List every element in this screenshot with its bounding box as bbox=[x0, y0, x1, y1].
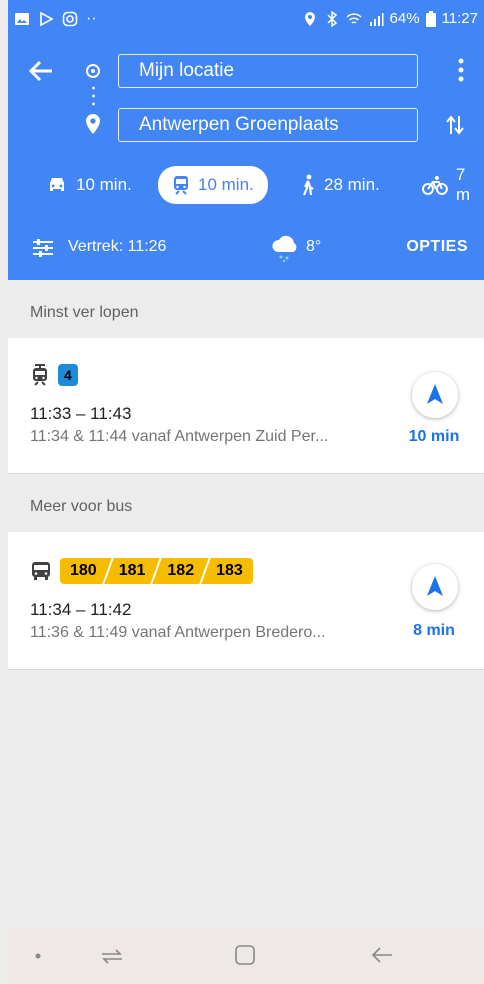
navigation-arrow-icon bbox=[427, 576, 443, 596]
bus-icon bbox=[32, 562, 50, 580]
bike-icon bbox=[422, 176, 448, 195]
route-result-bus[interactable]: 180 181 182 183 11:34 – 11:42 11:36 & 11… bbox=[8, 532, 484, 670]
options-bar: Vertrek: 11:26 8° OPTIES bbox=[8, 216, 484, 280]
bus-line-badges: 180 181 182 183 bbox=[60, 556, 253, 586]
travel-mode-tabs: 10 min. 10 min. 28 min. 7 m bbox=[8, 164, 484, 206]
destination-field[interactable]: Antwerpen Groenplaats bbox=[118, 108, 418, 142]
wifi-icon bbox=[346, 12, 362, 24]
line-separator bbox=[149, 556, 163, 586]
back-icon[interactable] bbox=[370, 945, 394, 965]
mode-car-label: 10 min. bbox=[76, 175, 132, 194]
gallery-icon bbox=[15, 13, 29, 25]
car-icon bbox=[50, 178, 64, 191]
more-notifications-icon: ·· bbox=[86, 10, 97, 27]
system-navigation-bar bbox=[8, 928, 484, 984]
walk-icon bbox=[302, 174, 314, 196]
line-badge-181: 181 bbox=[118, 562, 146, 579]
mode-walk[interactable]: 28 min. bbox=[300, 170, 380, 200]
line-badges: 4 bbox=[30, 364, 78, 386]
mode-bike[interactable]: 7 m bbox=[422, 165, 484, 204]
destination-pin-icon bbox=[86, 114, 100, 134]
back-arrow-icon[interactable] bbox=[26, 56, 56, 86]
more-options-icon[interactable] bbox=[458, 58, 464, 82]
line-badges: 180 181 182 183 bbox=[30, 556, 253, 586]
signal-icon bbox=[369, 12, 384, 26]
route-dots-icon bbox=[92, 84, 95, 108]
navigate-button[interactable] bbox=[412, 372, 458, 418]
options-button[interactable]: OPTIES bbox=[406, 238, 468, 256]
swap-directions-icon[interactable] bbox=[444, 114, 466, 136]
route-duration: 8 min bbox=[413, 622, 455, 639]
navigate-button[interactable] bbox=[412, 564, 458, 610]
clock: 11:27 bbox=[441, 10, 478, 27]
home-icon[interactable] bbox=[234, 944, 256, 966]
line-badge-180: 180 bbox=[70, 562, 97, 579]
mode-transit[interactable]: 10 min. bbox=[158, 166, 268, 204]
instagram-icon bbox=[62, 11, 78, 27]
line-separator bbox=[101, 556, 115, 586]
line-badge-182: 182 bbox=[167, 562, 195, 579]
line-separator bbox=[198, 556, 212, 586]
recent-apps-icon[interactable] bbox=[100, 946, 124, 966]
line-badge-183: 183 bbox=[216, 562, 243, 579]
origin-dot-icon bbox=[86, 64, 100, 78]
section-title-minst-ver-lopen: Minst ver lopen bbox=[8, 280, 484, 338]
route-times: 11:33 – 11:43 bbox=[30, 404, 132, 423]
departure-time[interactable]: Vertrek: 11:26 bbox=[68, 238, 166, 256]
mode-transit-label: 10 min. bbox=[198, 175, 254, 194]
temperature: 8° bbox=[306, 238, 322, 255]
route-result-tram[interactable]: 4 11:33 – 11:43 11:34 & 11:44 vanaf Antw… bbox=[8, 338, 484, 474]
status-bar: ·· 64% 11:27 bbox=[8, 0, 484, 40]
location-icon bbox=[304, 11, 315, 26]
battery-icon bbox=[425, 10, 436, 27]
battery-percentage: 64% bbox=[389, 10, 420, 27]
tune-icon[interactable] bbox=[32, 238, 54, 258]
origin-field[interactable]: Mijn locatie bbox=[118, 54, 418, 88]
line-badge-4: 4 bbox=[58, 364, 78, 386]
navigation-arrow-icon bbox=[427, 384, 443, 404]
mode-car[interactable]: 10 min. bbox=[46, 170, 132, 200]
route-times: 11:34 – 11:42 bbox=[30, 600, 132, 619]
route-details: 11:34 & 11:44 vanaf Antwerpen Zuid Per..… bbox=[30, 428, 329, 445]
mode-bike-label: 7 m bbox=[455, 165, 470, 204]
tram-icon bbox=[33, 364, 47, 386]
bluetooth-icon bbox=[327, 10, 337, 27]
section-title-meer-voor-bus: Meer voor bus bbox=[8, 474, 484, 532]
route-duration: 10 min bbox=[408, 428, 460, 445]
rain-cloud-icon bbox=[272, 235, 297, 262]
train-icon bbox=[174, 176, 188, 195]
mode-walk-label: 28 min. bbox=[324, 175, 380, 194]
directions-header: Mijn locatie Antwerpen Groenplaats 10 mi… bbox=[8, 40, 484, 216]
nav-dot-icon[interactable] bbox=[34, 952, 42, 960]
play-store-icon bbox=[40, 11, 54, 27]
route-details: 11:36 & 11:49 vanaf Antwerpen Bredero... bbox=[30, 624, 326, 641]
